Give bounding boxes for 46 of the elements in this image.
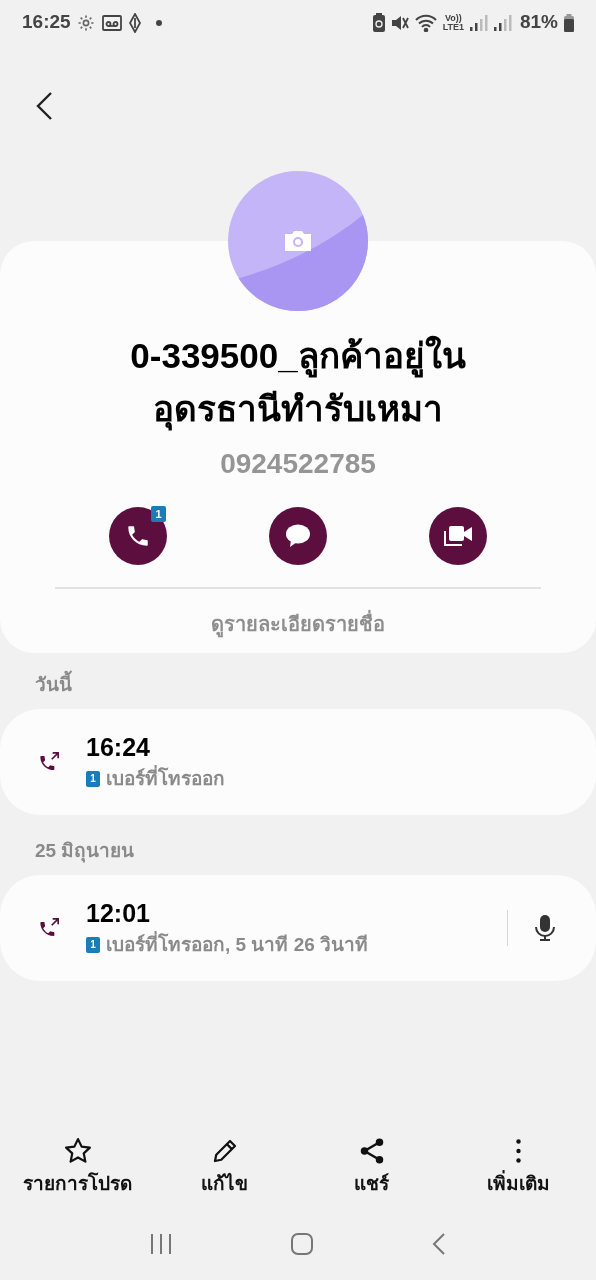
contact-name: อุดรธานีทำรับเหมา bbox=[153, 382, 443, 435]
sim-badge: 1 bbox=[151, 506, 166, 522]
battery-percent: 81% bbox=[519, 10, 558, 35]
volte-label: Vo)) bbox=[444, 13, 462, 23]
sim-badge: 1 bbox=[86, 937, 100, 953]
cassette-icon bbox=[101, 14, 122, 31]
outgoing-call-icon bbox=[38, 917, 60, 939]
call-log-item[interactable]: 12:01 1 เบอร์ที่โทรออก, 5 นาที 26 วินาที bbox=[0, 875, 596, 981]
call-log-item[interactable]: 16:24 1 เบอร์ที่โทรออก bbox=[0, 709, 596, 815]
network-label: LTE1 bbox=[442, 22, 464, 32]
call-time: 12:01 bbox=[86, 897, 151, 929]
more-button[interactable]: เพิ่มเติม bbox=[448, 1136, 589, 1199]
status-time: 16:25 bbox=[22, 10, 71, 35]
home-button[interactable] bbox=[290, 1232, 314, 1256]
microphone-icon[interactable] bbox=[534, 914, 556, 942]
back-nav-button[interactable] bbox=[431, 1232, 448, 1256]
dot-icon bbox=[155, 19, 162, 26]
outgoing-call-icon bbox=[38, 751, 60, 773]
speech-bubble-icon bbox=[284, 523, 312, 549]
recent-apps-button[interactable] bbox=[148, 1233, 173, 1255]
edit-button[interactable]: แก้ไข bbox=[154, 1136, 295, 1199]
call-button[interactable]: 1 bbox=[109, 507, 167, 565]
share-button[interactable]: แชร์ bbox=[301, 1136, 442, 1199]
mute-icon bbox=[390, 13, 409, 32]
contact-name: 0-339500_ลูกค้าอยู่ใน bbox=[130, 329, 466, 382]
diamond-icon bbox=[128, 12, 141, 33]
more-options-icon bbox=[516, 1139, 521, 1163]
call-description: เบอร์ที่โทรออก bbox=[106, 764, 225, 791]
signal-icon bbox=[493, 14, 512, 31]
call-time: 16:24 bbox=[86, 731, 151, 763]
sim-badge: 1 bbox=[86, 771, 100, 787]
favorites-button[interactable]: รายการโปรด bbox=[7, 1136, 148, 1199]
video-camera-icon bbox=[442, 524, 474, 548]
date-header: 25 มิถุนายน bbox=[34, 839, 136, 865]
wifi-icon bbox=[414, 13, 437, 32]
signal-icon bbox=[469, 14, 488, 31]
camera-icon bbox=[283, 229, 313, 253]
phone-icon bbox=[125, 523, 151, 549]
call-description: เบอร์ที่โทรออก, 5 นาที 26 วินาที bbox=[106, 930, 369, 957]
video-call-button[interactable] bbox=[429, 507, 487, 565]
battery-saver-icon bbox=[372, 13, 385, 32]
message-button[interactable] bbox=[269, 507, 327, 565]
battery-icon bbox=[564, 13, 574, 32]
phone-number: 0924522785 bbox=[220, 447, 376, 481]
date-header: วันนี้ bbox=[0, 671, 596, 707]
star-icon bbox=[62, 1136, 93, 1166]
